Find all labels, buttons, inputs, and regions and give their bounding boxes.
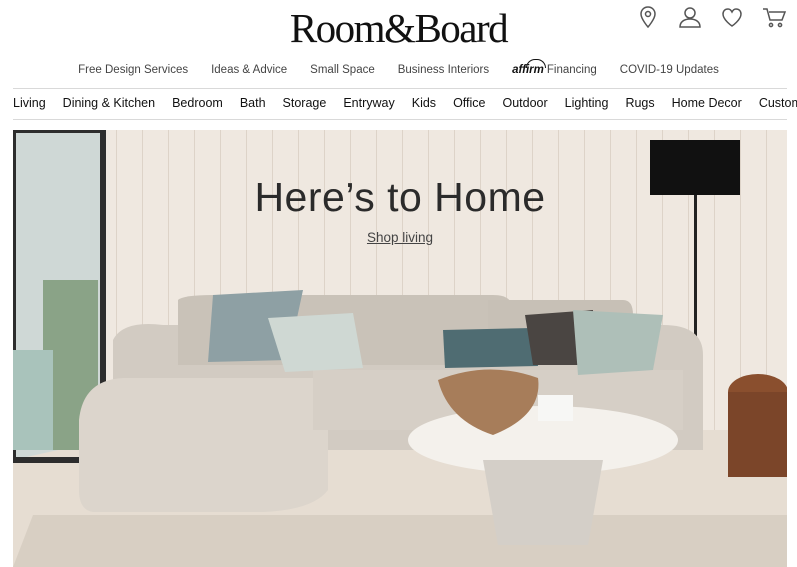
category-rugs[interactable]: Rugs [625,96,654,114]
utility-icons [635,4,787,30]
financing-label: Financing [546,64,597,76]
top-nav-ideas-advice[interactable]: Ideas & Advice [211,64,287,82]
category-kids[interactable]: Kids [412,96,436,114]
category-custom[interactable]: Custom [759,96,797,114]
category-lighting[interactable]: Lighting [565,96,609,114]
hero-title: Here’s to Home [254,174,546,220]
top-nav-financing[interactable]: affirm Financing [512,64,597,82]
category-bedroom[interactable]: Bedroom [172,96,223,114]
top-nav-small-space[interactable]: Small Space [310,64,375,82]
category-dining-kitchen[interactable]: Dining & Kitchen [63,96,155,114]
shop-living-link[interactable]: Shop living [13,230,787,245]
top-nav-business-interiors[interactable]: Business Interiors [398,64,489,82]
favorites-heart-icon[interactable] [719,4,745,30]
nav-divider-bottom [13,119,787,120]
affirm-logo: affirm [512,64,544,76]
category-entryway[interactable]: Entryway [343,96,394,114]
category-living[interactable]: Living [13,96,46,114]
category-office[interactable]: Office [453,96,485,114]
cart-icon[interactable] [761,4,787,30]
hero-banner[interactable]: Here’s to Home Shop living [13,130,787,567]
category-storage[interactable]: Storage [283,96,327,114]
top-nav: Free Design Services Ideas & Advice Smal… [0,64,797,82]
top-nav-covid-updates[interactable]: COVID-19 Updates [620,64,719,82]
location-pin-icon[interactable] [635,4,661,30]
site-header: Room&Board [0,0,797,60]
category-nav: Living Dining & Kitchen Bedroom Bath Sto… [13,96,797,114]
nav-divider-top [13,88,787,89]
category-outdoor[interactable]: Outdoor [502,96,547,114]
account-icon[interactable] [677,4,703,30]
category-home-decor[interactable]: Home Decor [672,96,742,114]
category-bath[interactable]: Bath [240,96,266,114]
top-nav-free-design-services[interactable]: Free Design Services [78,64,188,82]
